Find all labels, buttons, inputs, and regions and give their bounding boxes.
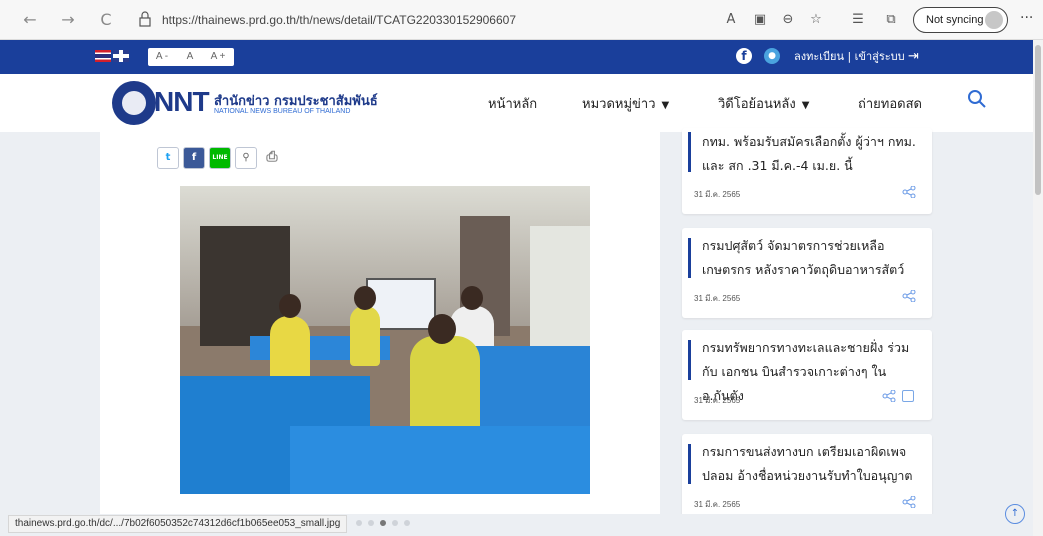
news-card-date: 31 มี.ค. 2565 xyxy=(694,396,741,405)
print-icon[interactable]: ⎙ xyxy=(261,147,283,169)
menu-live[interactable]: ถ่ายทอดสด xyxy=(858,93,922,114)
login-icon[interactable]: ⇥ xyxy=(908,48,924,66)
favorites-list-icon[interactable]: ☰ xyxy=(848,10,868,30)
news-card-date: 31 มี.ค. 2565 xyxy=(694,500,741,509)
thai-flag-icon[interactable] xyxy=(95,50,111,62)
nnt-logo-icon[interactable] xyxy=(112,81,156,125)
menu-news-category[interactable]: หมวดหมู่ข่าว ▼ xyxy=(582,93,669,114)
news-card-title[interactable]: กทม. พร้อมรับสมัครเลือกตั้ง ผู้ว่าฯ กทม.… xyxy=(702,130,924,178)
search-icon[interactable] xyxy=(967,89,987,109)
news-card-title[interactable]: กรมปศุสัตว์ จัดมาตรการช่วยเหลือ เกษตรกร … xyxy=(702,234,924,282)
font-size-controls: A - A A + xyxy=(148,48,234,66)
news-card[interactable]: กทม. พร้อมรับสมัครเลือกตั้ง ผู้ว่าฯ กทม.… xyxy=(682,128,932,214)
news-card[interactable]: กรมการขนส่งทางบก เตรียมเอาผิดเพจ ปลอม อ้… xyxy=(682,434,932,522)
carousel-dot[interactable] xyxy=(356,520,362,526)
line-share-icon[interactable]: LINE xyxy=(209,147,231,169)
facebook-icon[interactable]: f xyxy=(736,48,752,64)
twitter-icon[interactable]: ● xyxy=(764,48,780,64)
copy-link-icon[interactable]: ⚲ xyxy=(235,147,257,169)
carousel-dot[interactable] xyxy=(404,520,410,526)
scrollbar-thumb[interactable] xyxy=(1035,45,1041,195)
news-card-date: 31 มี.ค. 2565 xyxy=(694,190,741,199)
share-icon[interactable] xyxy=(902,290,916,302)
profile-avatar xyxy=(985,11,1003,29)
font-decrease-button[interactable]: A - xyxy=(148,48,176,66)
sync-button[interactable]: Not syncing xyxy=(913,7,1008,33)
news-card[interactable]: กรมทรัพยากรทางทะเลและชายฝั่ง ร่วมกับ เอก… xyxy=(682,330,932,420)
favorite-star-icon[interactable]: ☆ xyxy=(806,10,826,30)
browser-toolbar: ← → C https://thainews.prd.go.th/th/news… xyxy=(0,0,1043,40)
forward-arrow-icon[interactable]: → xyxy=(58,10,78,30)
menu-video-archive[interactable]: วิดีโอย้อนหลัง ▼ xyxy=(718,93,809,114)
news-card[interactable]: กรมปศุสัตว์ จัดมาตรการช่วยเหลือ เกษตรกร … xyxy=(682,228,932,318)
back-to-top-icon[interactable]: ↑ xyxy=(1005,504,1025,524)
share-icon[interactable] xyxy=(882,390,896,402)
uk-flag-icon[interactable] xyxy=(113,50,129,62)
facebook-share-icon[interactable]: f xyxy=(183,147,205,169)
chevron-down-icon: ▼ xyxy=(801,100,810,111)
carousel-dot[interactable] xyxy=(368,520,374,526)
more-options-icon[interactable]: ··· xyxy=(1020,10,1033,26)
font-normal-button[interactable]: A xyxy=(176,48,204,66)
logo-nnt-text[interactable]: NNT xyxy=(154,86,210,118)
immersive-reader-icon[interactable]: ▣ xyxy=(750,10,770,30)
carousel-dot-active[interactable] xyxy=(380,520,386,526)
news-card-title[interactable]: กรมการขนส่งทางบก เตรียมเอาผิดเพจ ปลอม อ้… xyxy=(702,440,924,488)
back-arrow-icon[interactable]: ← xyxy=(20,10,40,30)
logo-english-text[interactable]: NATIONAL NEWS BUREAU OF THAILAND xyxy=(214,108,350,115)
register-login-link[interactable]: ลงทะเบียน | เข้าสู่ระบบ xyxy=(794,48,905,66)
page-info-icon[interactable] xyxy=(138,11,152,27)
font-increase-button[interactable]: A + xyxy=(204,48,232,66)
news-card-date: 31 มี.ค. 2565 xyxy=(694,294,741,303)
reload-icon[interactable]: C xyxy=(96,10,116,30)
share-icon[interactable] xyxy=(902,496,916,508)
share-icon[interactable] xyxy=(902,186,916,198)
sync-label: Not syncing xyxy=(926,14,984,26)
address-bar-url[interactable]: https://thainews.prd.go.th/th/news/detai… xyxy=(162,8,722,32)
status-bar-link: thainews.prd.go.th/dc/.../7b02f6050352c7… xyxy=(8,515,348,533)
read-aloud-icon[interactable]: A xyxy=(721,10,741,30)
collections-icon[interactable]: ⧉ xyxy=(881,10,901,30)
video-icon[interactable] xyxy=(902,390,914,402)
chevron-down-icon: ▼ xyxy=(661,100,670,111)
related-news-sidebar: กทม. พร้อมรับสมัครเลือกตั้ง ผู้ว่าฯ กทม.… xyxy=(682,128,932,522)
zoom-icon[interactable]: ⊖ xyxy=(778,10,798,30)
article-photo[interactable] xyxy=(180,186,590,494)
twitter-share-icon[interactable]: t xyxy=(157,147,179,169)
menu-home[interactable]: หน้าหลัก xyxy=(488,93,537,114)
carousel-dot[interactable] xyxy=(392,520,398,526)
